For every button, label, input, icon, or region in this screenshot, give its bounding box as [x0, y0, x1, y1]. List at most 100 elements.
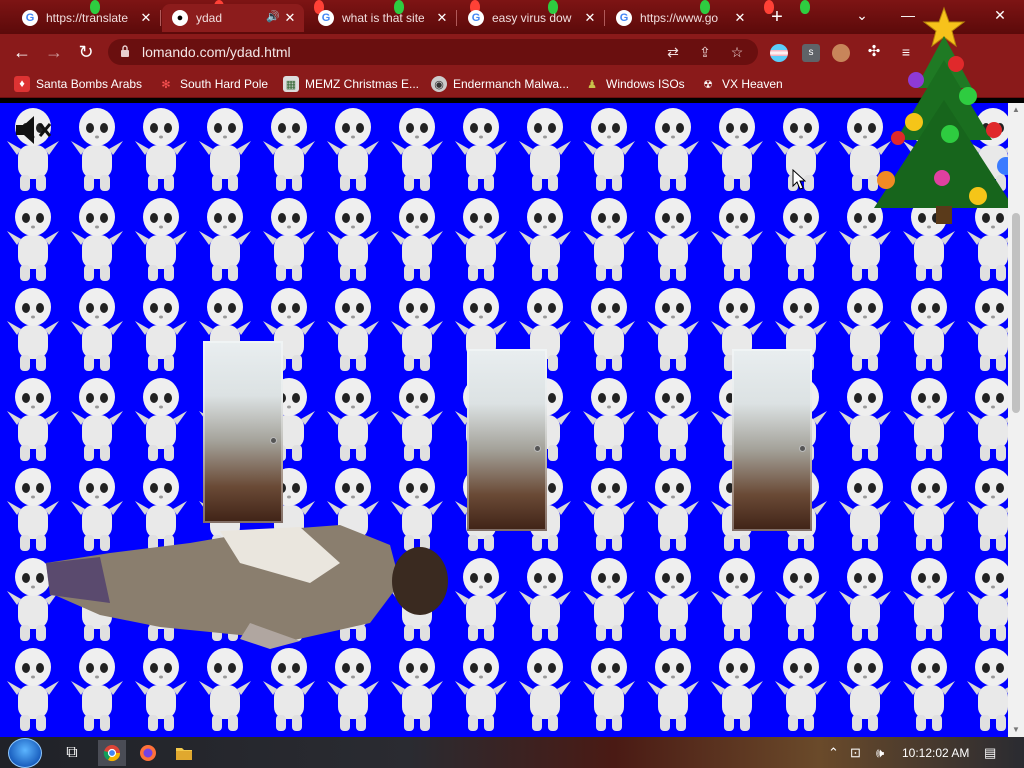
baby-figure-image [647, 648, 699, 731]
back-button[interactable]: ← [10, 40, 34, 64]
bookmark-memz-christmas[interactable]: ▦ MEMZ Christmas E... [283, 75, 419, 93]
baby-figure-image [7, 198, 59, 281]
baby-figure-image [391, 378, 443, 461]
bookmark-label: Endermanch Malwa... [453, 77, 570, 91]
show-hidden-icons-icon[interactable]: ⌃ [828, 745, 839, 761]
tab-separator [160, 10, 161, 26]
baby-figure-image [647, 198, 699, 281]
file-explorer-taskbar-icon[interactable] [170, 740, 198, 766]
windows-icon: ♟ [587, 78, 597, 91]
extension-flag-icon[interactable] [770, 44, 788, 62]
firefox-taskbar-icon[interactable] [134, 740, 162, 766]
door-left[interactable] [203, 341, 283, 523]
tab-what-is-that-site[interactable]: G what is that site ✕ [308, 4, 456, 32]
chrome-taskbar-icon[interactable] [98, 740, 126, 766]
close-tab-icon[interactable]: ✕ [282, 10, 298, 26]
baby-figure-image [967, 558, 1008, 641]
baby-figure-image [327, 198, 379, 281]
tab-separator [456, 10, 457, 26]
vertical-scrollbar[interactable]: ▲ ▼ [1008, 103, 1024, 737]
door-middle[interactable] [467, 349, 547, 531]
web-page-content [0, 103, 1008, 737]
lock-icon[interactable] [120, 45, 130, 57]
santa-icon: ♦ [14, 76, 30, 92]
baby-figure-image [967, 288, 1008, 371]
folder-icon [176, 748, 192, 760]
tab-easy-virus[interactable]: G easy virus dow ✕ [458, 4, 604, 32]
close-tab-icon[interactable]: ✕ [138, 10, 154, 26]
baby-figure-image [711, 558, 763, 641]
baby-figure-image [967, 468, 1008, 551]
google-icon: G [22, 10, 38, 26]
extension-face-icon[interactable] [832, 44, 850, 62]
baby-figure-image [135, 378, 187, 461]
extension-s-icon[interactable]: s [802, 44, 820, 62]
tab-www-google[interactable]: G https://www.go ✕ [606, 4, 754, 32]
tab-title: easy virus dow [492, 11, 572, 25]
translate-icon[interactable]: ⇄ [664, 43, 682, 61]
baby-figure-image [71, 378, 123, 461]
share-icon[interactable]: ⇪ [696, 43, 714, 61]
new-tab-button[interactable]: + [766, 6, 788, 28]
tab-ydad[interactable]: ● ydad 🔊 ✕ [162, 4, 304, 32]
baby-figure-image [839, 648, 891, 731]
baby-figure-image [775, 198, 827, 281]
door-knob [270, 437, 277, 444]
baby-figure-image [455, 648, 507, 731]
baby-figure-image [327, 288, 379, 371]
start-button[interactable] [8, 738, 42, 768]
close-tab-icon[interactable]: ✕ [434, 10, 450, 26]
baby-figure-image [519, 558, 571, 641]
windows-taskbar: ⧉ ⌃ ⊡ 🕪 10:12:02 AM ▤ [0, 737, 1024, 768]
bookmark-label: VX Heaven [722, 77, 783, 91]
google-icon: G [318, 10, 334, 26]
baby-figure-image [839, 378, 891, 461]
baby-figure-image [391, 198, 443, 281]
baby-figure-image [7, 648, 59, 731]
light-bulb-icon [800, 0, 810, 14]
address-bar[interactable]: lomando.com/ydad.html ⇄ ⇪ ☆ [108, 39, 758, 65]
notifications-icon[interactable]: ▤ [984, 745, 996, 761]
scroll-thumb[interactable] [1012, 213, 1020, 413]
baby-figure-image [263, 198, 315, 281]
baby-figure-image [583, 108, 635, 191]
baby-figure-image [711, 198, 763, 281]
baby-figure-image [583, 648, 635, 731]
baby-figure-image [583, 558, 635, 641]
door-knob [534, 445, 541, 452]
bookmark-endermanch-malware[interactable]: ◉ Endermanch Malwa... [431, 75, 569, 93]
christmas-tree-image [874, 6, 1015, 224]
audio-playing-icon[interactable]: 🔊 [266, 10, 280, 23]
baby-figure-image [391, 288, 443, 371]
baby-figure-image [71, 288, 123, 371]
bookmark-label: Santa Bombs Arabs [36, 77, 143, 91]
close-tab-icon[interactable]: ✕ [582, 10, 598, 26]
clock[interactable]: 10:12:02 AM [902, 746, 969, 760]
scroll-down-icon[interactable]: ▼ [1011, 725, 1021, 735]
network-icon[interactable]: ⊡ [850, 745, 861, 761]
reload-button[interactable]: ↻ [74, 40, 98, 64]
fallen-man-image [46, 525, 448, 649]
door-right[interactable] [732, 349, 812, 531]
tab-translate[interactable]: G https://translate ✕ [12, 4, 160, 32]
memz-icon: ▦ [283, 76, 299, 92]
bookmark-windows-isos[interactable]: ♟ Windows ISOs [584, 75, 685, 93]
baby-figure-image [7, 288, 59, 371]
mute-icon[interactable] [14, 113, 54, 147]
bookmark-star-icon[interactable]: ☆ [728, 43, 746, 61]
forward-button[interactable]: → [42, 40, 66, 64]
bookmark-south-hard-pole[interactable]: ✻ South Hard Pole [158, 75, 268, 93]
baby-figure-image [327, 648, 379, 731]
tab-separator [604, 10, 605, 26]
task-view-icon[interactable]: ⧉ [58, 740, 86, 766]
url-text[interactable]: lomando.com/ydad.html [142, 44, 291, 60]
bookmark-santa-bombs-arabs[interactable]: ♦ Santa Bombs Arabs [14, 75, 142, 93]
scroll-up-icon[interactable]: ▲ [1011, 105, 1021, 115]
snowflake-icon: ✻ [161, 78, 171, 91]
volume-icon[interactable]: 🕪 [876, 745, 884, 761]
close-tab-icon[interactable]: ✕ [732, 10, 748, 26]
bookmark-vx-heaven[interactable]: ☢ VX Heaven [700, 75, 783, 93]
baby-figure-image [455, 558, 507, 641]
baby-figure-image [519, 648, 571, 731]
bookmark-label: South Hard Pole [180, 77, 269, 91]
